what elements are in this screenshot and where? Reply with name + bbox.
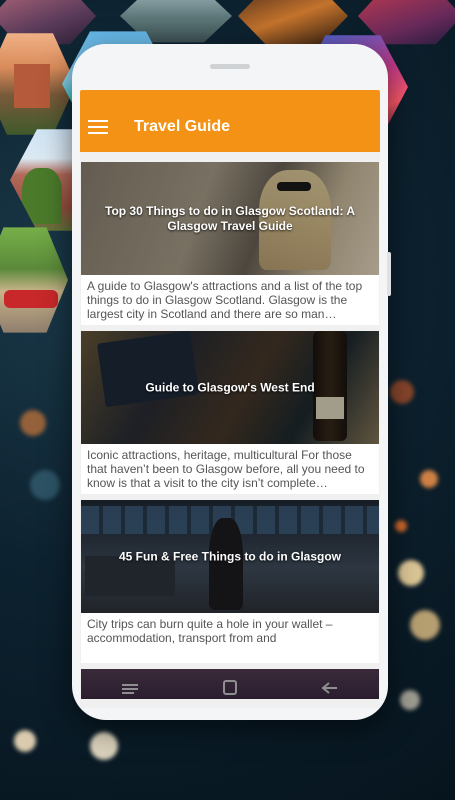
bokeh-light <box>420 470 438 488</box>
article-title: Top 30 Things to do in Glasgow Scotland:… <box>105 203 355 233</box>
bokeh-light <box>14 730 36 752</box>
bokeh-light <box>390 380 414 404</box>
app-title: Travel Guide <box>134 118 231 135</box>
phone-speaker <box>210 64 250 69</box>
menu-icon[interactable] <box>88 120 108 134</box>
article-title: Guide to Glasgow's West End <box>145 380 315 394</box>
article-card[interactable]: Top 30 Things to do in Glasgow Scotland:… <box>81 162 379 325</box>
phone-side-button <box>387 252 391 296</box>
article-image: 45 Fun & Free Things to do in Glasgow <box>81 500 379 613</box>
article-description: Iconic attractions, heritage, multicultu… <box>87 448 365 490</box>
photo-hexagon-classic-car <box>0 227 68 333</box>
app-bar: Travel Guide <box>80 90 380 152</box>
back-icon[interactable] <box>319 679 341 697</box>
bokeh-light <box>395 520 407 532</box>
article-description: A guide to Glasgow's attractions and a l… <box>87 279 363 321</box>
bokeh-light <box>20 410 46 436</box>
bokeh-light <box>398 560 424 586</box>
phone-frame: Travel Guide Top 30 Things to do in Glas… <box>72 44 391 720</box>
recent-apps-icon[interactable] <box>119 679 141 697</box>
navigation-bar <box>80 676 380 700</box>
bokeh-light <box>30 470 60 500</box>
article-description: City trips can burn quite a hole in your… <box>87 617 333 645</box>
bokeh-light <box>410 610 440 640</box>
article-list: Top 30 Things to do in Glasgow Scotland:… <box>80 152 380 708</box>
bokeh-light <box>90 732 118 760</box>
article-card[interactable]: 45 Fun & Free Things to do in Glasgow Ci… <box>81 500 379 663</box>
article-image: Top 30 Things to do in Glasgow Scotland:… <box>81 162 379 275</box>
bokeh-light <box>400 690 420 710</box>
article-image: Guide to Glasgow's West End <box>81 331 379 444</box>
article-card[interactable]: Guide to Glasgow's West End Iconic attra… <box>81 331 379 494</box>
home-icon[interactable] <box>219 679 241 697</box>
article-title: 45 Fun & Free Things to do in Glasgow <box>118 549 341 563</box>
app-screen: Travel Guide Top 30 Things to do in Glas… <box>80 90 380 708</box>
